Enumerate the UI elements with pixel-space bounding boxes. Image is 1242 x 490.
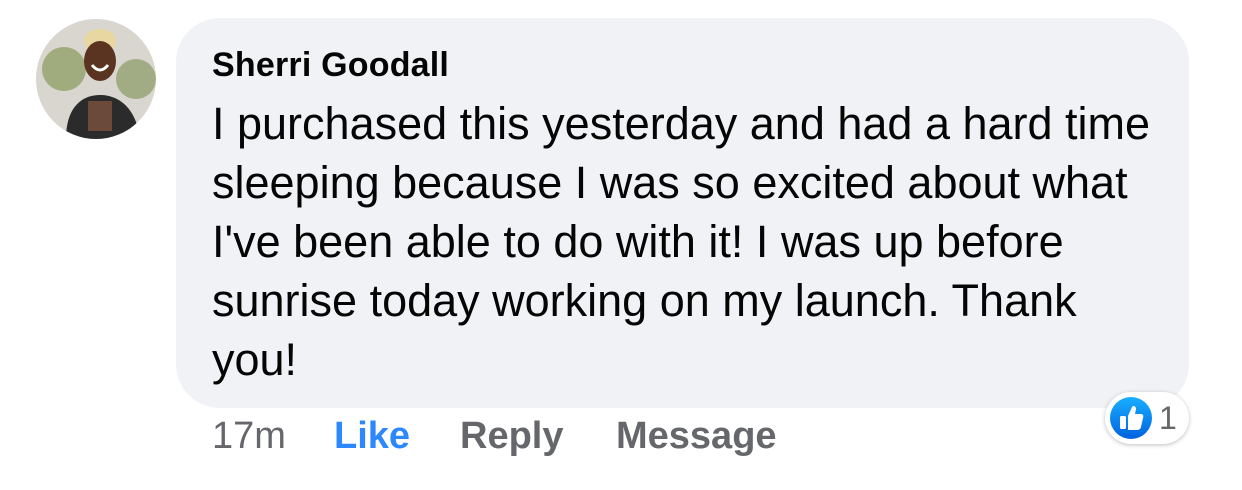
comment-timestamp[interactable]: 17m: [212, 415, 286, 458]
reaction-summary[interactable]: 1: [1105, 392, 1189, 444]
avatar-photo: [36, 19, 156, 139]
like-button[interactable]: Like: [334, 415, 410, 458]
comment-text: I purchased this yesterday and had a har…: [212, 98, 1151, 385]
reaction-count: 1: [1159, 400, 1177, 436]
thumbs-up-icon: [1110, 397, 1152, 439]
comment-bubble: Sherri Goodall I purchased this yesterda…: [176, 18, 1189, 408]
avatar[interactable]: [36, 19, 156, 139]
message-button[interactable]: Message: [616, 415, 777, 458]
reply-button[interactable]: Reply: [460, 415, 563, 458]
comment-author[interactable]: Sherri Goodall: [212, 46, 449, 85]
